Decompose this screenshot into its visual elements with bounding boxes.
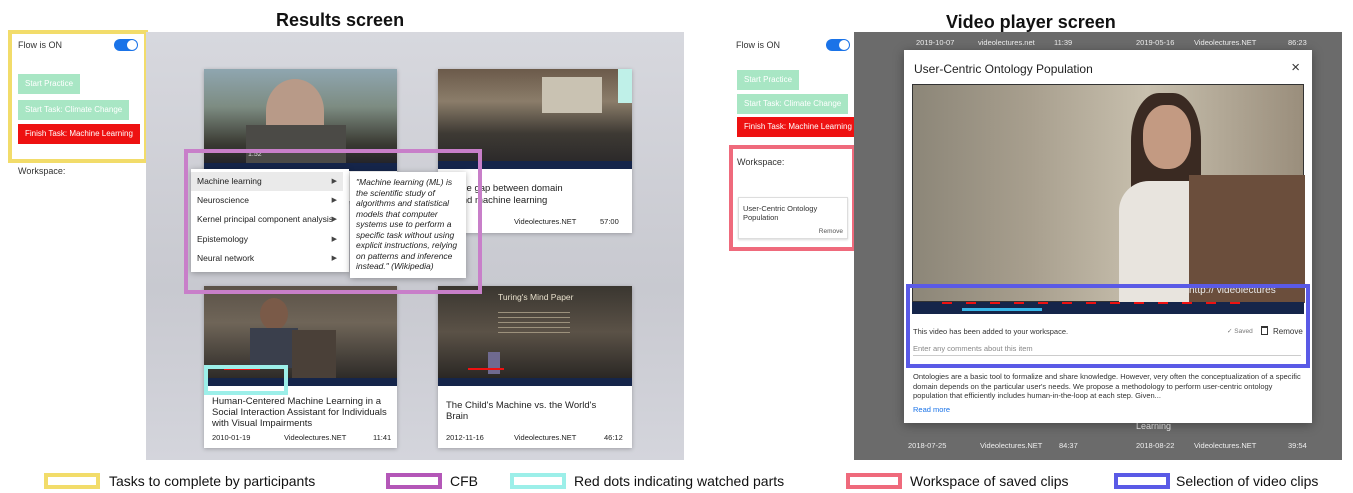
legend-label-selection: Selection of video clips [1176,473,1319,489]
video-description: Ontologies are a basic tool to formalize… [913,372,1301,400]
card-title-line[interactable]: Human-Centered Machine Learning in a [212,396,389,407]
read-more-link[interactable]: Read more [913,405,950,414]
card-date: 2012-11-16 [446,433,484,442]
bg-card-duration: 84:37 [1059,441,1078,450]
video-frame[interactable]: http:// videolectures [912,84,1305,303]
card-title-line[interactable]: Brain [446,411,624,422]
card-title-line[interactable]: with Visual Impairments [212,418,389,429]
bg-card-source: Videolectures.NET [1194,38,1257,47]
results-screen-title: Results screen [276,10,405,30]
video-thumbnail[interactable]: Turing's Mind Paper [438,286,632,378]
bg-card-date: 2018-07-25 [908,441,947,450]
legend-label-tasks: Tasks to complete by participants [109,473,316,489]
bg-card-date: 2018-08-22 [1136,441,1175,450]
legend-swatch-workspace [846,473,902,489]
watched-parts-highlight [204,365,288,395]
close-icon[interactable]: × [1291,59,1300,76]
bg-card-duration: 39:54 [1288,441,1307,450]
legend-label-workspace: Workspace of saved clips [910,473,1069,489]
watched-dot [468,368,504,370]
legend-swatch-selection [1114,473,1170,489]
cfb-highlight [184,149,482,294]
player-screen-title: Video player screen [946,12,1116,32]
speaker-figure [488,352,500,374]
card-source: Videolectures.NET [514,217,577,226]
bg-card-duration: 86:23 [1288,38,1307,47]
card-source: Videolectures.NET [284,433,347,442]
tasks-highlight [8,30,148,163]
legend-swatch-watched [510,473,566,489]
speaker-body [250,328,298,368]
card-duration: 46:12 [604,433,623,442]
screen-glow [618,69,632,103]
slide-title: Turing's Mind Paper [498,292,574,302]
start-task-climate-button[interactable]: Start Task: Climate Change [737,94,849,114]
speaker-figure [260,298,288,330]
legend-label-cfb: CFB [450,473,478,489]
card-duration: 11:41 [373,433,392,442]
finish-task-ml-button[interactable]: Finish Task: Machine Learning [737,117,859,137]
video-timeline[interactable] [438,368,632,386]
legend-label-watched: Red dots indicating watched parts [574,473,785,489]
bg-card-source: videolectures.net [978,38,1035,47]
start-practice-button[interactable]: Start Practice [737,70,800,90]
flow-status-label: Flow is ON [736,40,781,50]
bg-card-date: 2019-05-16 [1136,38,1175,47]
bg-card-source: Videolectures.NET [1194,441,1257,450]
workspace-highlight [729,145,856,251]
legend-swatch-cfb [386,473,442,489]
bg-card-duration: 11:39 [1054,38,1073,47]
podium-shape [292,330,336,378]
card-date: 2010-01-19 [212,433,251,442]
speaker-face [1143,105,1191,169]
modal-title: User-Centric Ontology Population [914,62,1093,76]
card-title-line[interactable]: The Child's Machine vs. the World's [446,400,624,411]
clip-selection-highlight [906,284,1310,368]
result-card[interactable]: Turing's Mind Paper The Child's Machine … [438,286,632,448]
card-source: Videolectures.NET [514,433,577,442]
bg-card-date: 2019-10-07 [916,38,955,47]
screen-shape [542,77,602,113]
bg-card-source: Videolectures.NET [980,441,1043,450]
slide-bullets [498,312,570,336]
card-title-line[interactable]: Social Interaction Assistant for Individ… [212,407,389,418]
flow-toggle[interactable] [826,39,850,51]
workspace-label: Workspace: [18,166,66,176]
legend-swatch-tasks [44,473,100,489]
video-thumbnail[interactable] [438,69,632,161]
card-duration: 57:00 [600,217,619,226]
